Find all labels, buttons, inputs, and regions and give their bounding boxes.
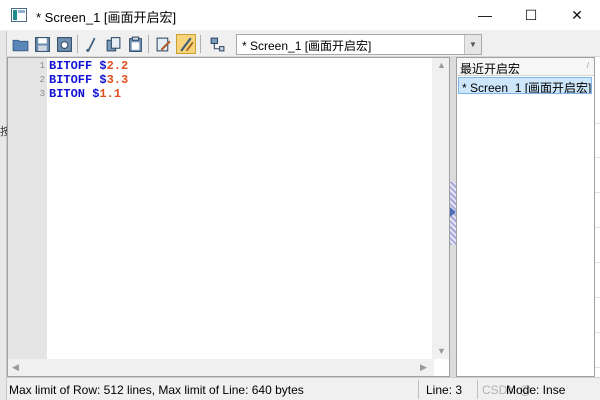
code-keyword: BITOFF $ — [49, 59, 107, 73]
paste-icon[interactable] — [125, 34, 145, 54]
divider — [595, 123, 600, 124]
scroll-right-icon[interactable]: ▶ — [420, 362, 427, 373]
sort-caret-icon: / — [586, 61, 589, 70]
line-number-gutter: 1 2 3 — [8, 58, 47, 359]
horizontal-scrollbar[interactable]: ◀ ▶ — [8, 359, 434, 376]
toolbar: * Screen_1 [画面开启宏] ▼ — [7, 31, 600, 57]
divider — [595, 332, 600, 333]
toolbar-separator — [200, 35, 201, 53]
toolbar-separator — [77, 35, 78, 53]
line-number: 3 — [39, 89, 45, 99]
status-limits-text: Max limit of Row: 512 lines, Max limit o… — [9, 383, 304, 397]
maximize-button[interactable]: ☐ — [508, 0, 554, 30]
status-bar: Max limit of Row: 512 lines, Max limit o… — [7, 377, 600, 400]
line-number: 2 — [39, 75, 45, 85]
recent-macro-item[interactable]: * Screen_1 [画面开启宏] — [458, 77, 592, 94]
copy-icon[interactable] — [103, 34, 123, 54]
toolbar-separator — [148, 35, 149, 53]
code-line: BITON $1.1 — [49, 87, 121, 101]
status-mode: Mode: Inse — [506, 383, 566, 397]
code-address: 2.2 — [106, 59, 129, 73]
background-window-edge-right — [595, 57, 600, 400]
edit-script-icon[interactable] — [176, 34, 196, 54]
code-address: 3.3 — [106, 73, 129, 87]
divider — [595, 367, 600, 368]
window-title: * Screen_1 [画面开启宏] — [36, 10, 177, 25]
close-button[interactable]: ✕ — [554, 0, 600, 30]
code-keyword: BITOFF $ — [49, 73, 107, 87]
recent-macros-header[interactable]: 最近开启宏 / — [457, 58, 594, 76]
macro-select[interactable]: * Screen_1 [画面开启宏] ▼ — [236, 34, 482, 55]
code-keyword: BITON $ — [49, 87, 100, 101]
status-line-number: Line: 3 — [426, 383, 463, 397]
code-address: 1.1 — [99, 87, 122, 101]
line-number: 1 — [39, 61, 45, 71]
app-icon — [11, 8, 27, 22]
chevron-down-icon[interactable]: ▼ — [464, 35, 481, 54]
macro-select-value: * Screen_1 [画面开启宏] — [242, 39, 372, 53]
save-all-icon[interactable] — [54, 34, 74, 54]
status-separator — [418, 380, 419, 399]
divider — [595, 192, 600, 193]
recent-macros-panel: 最近开启宏 / * Screen_1 [画面开启宏] — [456, 57, 595, 377]
code-line: BITOFF $3.3 — [49, 73, 128, 87]
open-folder-icon[interactable] — [10, 34, 30, 54]
divider — [595, 227, 600, 228]
save-icon[interactable] — [32, 34, 52, 54]
status-separator — [477, 380, 478, 399]
scroll-up-icon[interactable]: ▲ — [437, 60, 446, 70]
scroll-left-icon[interactable]: ◀ — [12, 362, 19, 373]
divider — [595, 157, 600, 158]
code-editor[interactable]: 1 2 3 BITOFF $2.2 BITOFF $3.3 BITON $1.1… — [7, 57, 450, 377]
vertical-scrollbar[interactable]: ▲ ▼ — [432, 58, 449, 359]
minimize-button[interactable]: — — [462, 0, 508, 30]
divider — [595, 262, 600, 263]
cut-icon[interactable] — [81, 34, 101, 54]
background-window-edge: 按 — [0, 31, 11, 400]
divider — [595, 297, 600, 298]
scroll-down-icon[interactable]: ▼ — [437, 346, 446, 356]
recent-macros-title: 最近开启宏 — [460, 62, 521, 76]
code-line: BITOFF $2.2 — [49, 59, 128, 73]
window-title-bar: * Screen_1 [画面开启宏] — ☐ ✕ — [0, 0, 600, 30]
compile-icon[interactable] — [153, 34, 173, 54]
macro-editor-client: * Screen_1 [画面开启宏] ▼ 1 2 3 BITOFF $2.2 B… — [7, 31, 600, 400]
settings-icon[interactable] — [207, 34, 227, 54]
